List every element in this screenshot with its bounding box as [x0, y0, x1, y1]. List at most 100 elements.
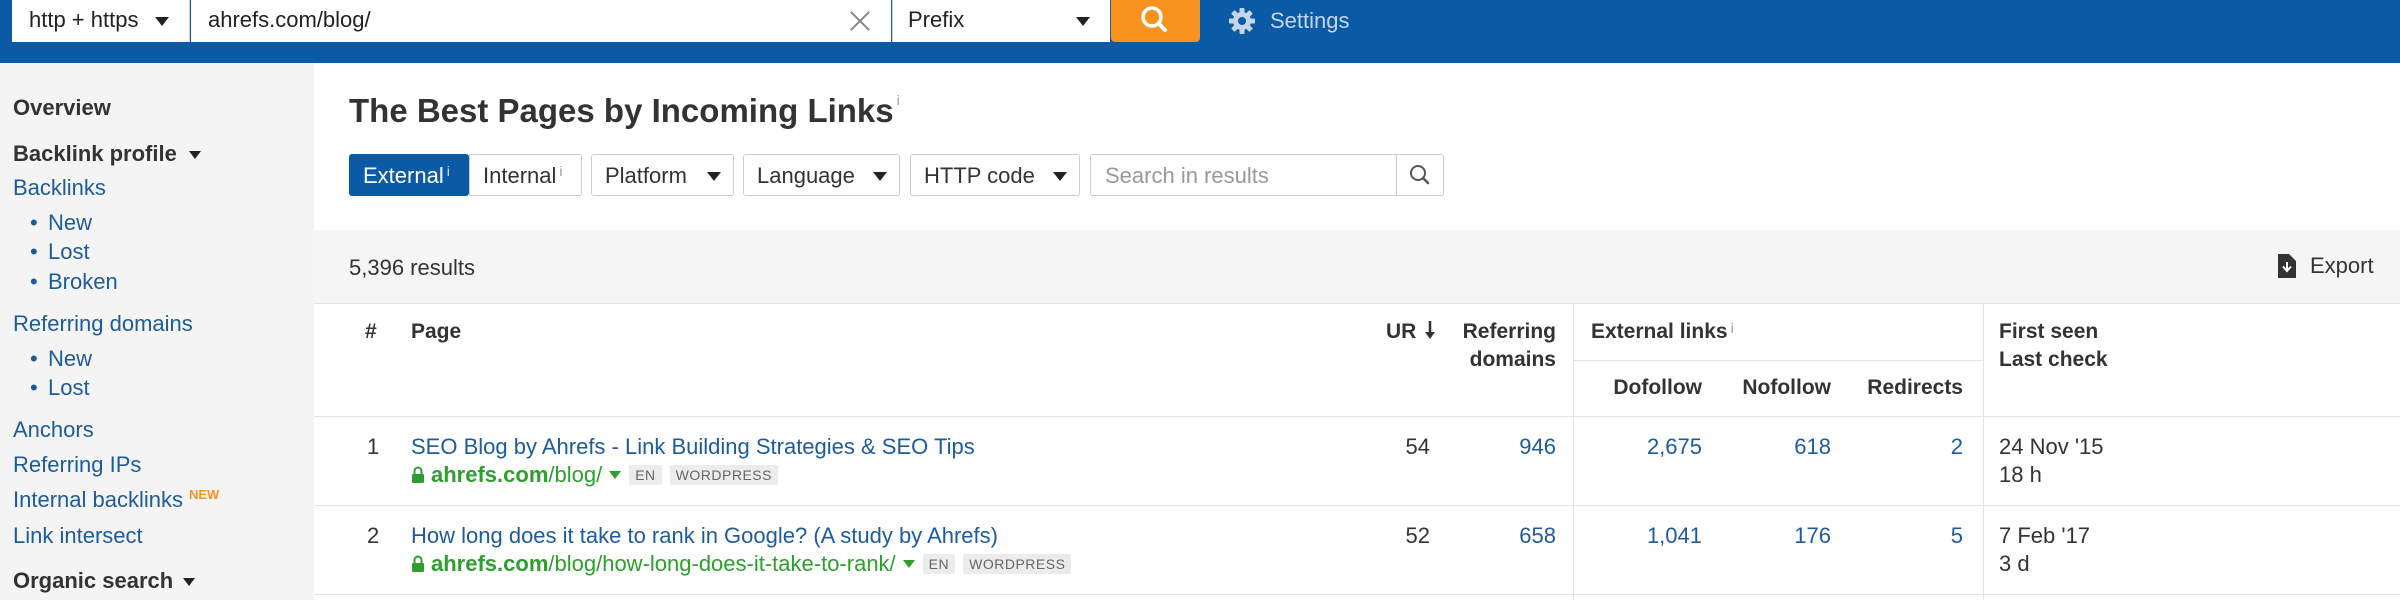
sidebar-item-label: Internal backlinks	[13, 487, 183, 512]
platform-dropdown[interactable]: Platform	[591, 154, 734, 196]
mode-value: Prefix	[908, 7, 965, 32]
sidebar-item-anchors[interactable]: Anchors	[13, 417, 94, 443]
chevron-down-icon[interactable]	[902, 560, 915, 568]
close-icon[interactable]	[847, 8, 873, 34]
page-title-link[interactable]: How long does it take to rank in Google?…	[411, 523, 998, 549]
row-divider	[314, 594, 2400, 595]
export-button[interactable]: Export	[2276, 253, 2374, 279]
sidebar-item-organic-search[interactable]: Organic search	[13, 568, 195, 594]
url-value: ahrefs.com/blog/	[208, 7, 371, 32]
column-header-first-seen[interactable]: First seen Last check	[1999, 320, 2108, 372]
nofollow-value[interactable]: 618	[1730, 434, 1831, 460]
column-divider	[1983, 304, 1984, 600]
page-url-path[interactable]: /blog/how-long-does-it-take-to-rank/	[548, 551, 895, 577]
page-title-link[interactable]: SEO Blog by Ahrefs - Link Building Strat…	[411, 434, 975, 460]
export-icon	[2278, 254, 2296, 278]
results-count: 5,396 results	[349, 255, 475, 280]
column-header-label: External links	[1591, 320, 1728, 343]
redirects-value[interactable]: 2	[1850, 434, 1963, 460]
protocol-value: http + https	[29, 7, 139, 32]
column-header-page[interactable]: Page	[411, 320, 461, 344]
row-index: 2	[367, 523, 380, 548]
column-header-label: Last check	[1999, 348, 2108, 371]
chevron-down-icon	[707, 172, 721, 181]
search-input[interactable]: Search in results	[1090, 154, 1397, 196]
chevron-down-icon	[189, 151, 201, 159]
url-input[interactable]: ahrefs.com/blog/	[191, 0, 891, 42]
page-url: ahrefs.com/blog/how-long-does-it-take-to…	[411, 551, 1072, 577]
sidebar-item-backlinks-new[interactable]: New	[30, 210, 92, 236]
protocol-select[interactable]: http + https	[12, 0, 190, 42]
page-title-text: The Best Pages by Incoming Links	[349, 92, 894, 129]
sidebar-item-overview[interactable]: Overview	[13, 95, 111, 121]
referring-domains-value[interactable]: 658	[1460, 523, 1556, 549]
dofollow-value[interactable]: 2,675	[1590, 434, 1702, 460]
sidebar: Overview Backlink profile Backlinks New …	[0, 63, 314, 600]
sidebar-item-referring-ips[interactable]: Referring IPs	[13, 452, 141, 478]
search-results-button[interactable]	[1396, 154, 1444, 196]
gear-icon	[1229, 8, 1255, 34]
sidebar-item-backlinks-lost[interactable]: Lost	[30, 239, 89, 265]
search-icon	[1141, 6, 1167, 32]
last-check-value: 3 d	[1999, 551, 2030, 576]
column-header-nofollow[interactable]: Nofollow	[1730, 376, 1831, 400]
chevron-down-icon[interactable]	[609, 471, 622, 479]
search-button[interactable]	[1111, 0, 1200, 42]
tab-external[interactable]: External i	[349, 154, 469, 196]
sidebar-item-referring-domains[interactable]: Referring domains	[13, 311, 193, 337]
tab-internal[interactable]: Internal i	[469, 154, 582, 196]
http-code-dropdown[interactable]: HTTP code	[910, 154, 1080, 196]
info-icon: i	[446, 163, 450, 179]
dropdown-label: Language	[757, 163, 855, 188]
column-header-label: domains	[1469, 348, 1556, 371]
mode-select[interactable]: Prefix	[892, 0, 1110, 42]
lock-icon	[412, 555, 424, 572]
first-seen-value: 24 Nov '15	[1999, 434, 2104, 459]
info-icon[interactable]: i	[897, 92, 900, 108]
page-url-path[interactable]: /blog/	[548, 462, 602, 488]
referring-domains-value[interactable]: 946	[1460, 434, 1556, 460]
page-url-domain[interactable]: ahrefs.com	[431, 551, 548, 577]
chevron-down-icon	[183, 578, 195, 586]
column-header-external-links: External links i	[1591, 320, 1734, 344]
sidebar-item-backlinks-broken[interactable]: Broken	[30, 269, 118, 295]
nofollow-value[interactable]: 176	[1730, 523, 1831, 549]
column-header-index: #	[365, 320, 377, 343]
export-label: Export	[2310, 253, 2374, 278]
column-header-redirects[interactable]: Redirects	[1850, 376, 1963, 400]
sidebar-item-backlink-profile[interactable]: Backlink profile	[13, 141, 201, 167]
last-check-value: 18 h	[1999, 462, 2042, 487]
top-bar: http + https ahrefs.com/blog/ Prefix Set…	[0, 0, 2400, 63]
chevron-down-icon	[873, 172, 887, 181]
sidebar-item-link-intersect[interactable]: Link intersect	[13, 523, 143, 549]
dropdown-label: Platform	[605, 163, 687, 188]
column-header-ur[interactable]: UR	[1386, 320, 1436, 344]
column-header-referring-domains[interactable]: Referring domains	[1440, 320, 1556, 372]
tab-label: Internal	[483, 163, 557, 188]
info-icon[interactable]: i	[1731, 320, 1734, 336]
sort-down-icon	[1425, 321, 1436, 339]
page-url-domain[interactable]: ahrefs.com	[431, 462, 548, 488]
language-dropdown[interactable]: Language	[743, 154, 900, 196]
column-header-dofollow[interactable]: Dofollow	[1590, 376, 1702, 400]
sidebar-item-internal-backlinks[interactable]: Internal backlinks NEW	[13, 487, 219, 513]
chevron-down-icon	[1076, 17, 1090, 26]
results-bar	[314, 230, 2400, 304]
ur-value: 52	[1405, 523, 1430, 548]
new-badge: NEW	[188, 487, 220, 502]
info-icon: i	[559, 163, 563, 179]
first-seen-value: 7 Feb '17	[1999, 523, 2091, 548]
chevron-down-icon	[155, 17, 169, 26]
header-divider	[1573, 360, 1983, 361]
ur-value: 54	[1405, 434, 1430, 459]
row-divider	[314, 505, 2400, 506]
sidebar-item-backlinks[interactable]: Backlinks	[13, 175, 106, 201]
settings-link[interactable]: Settings	[1228, 7, 1350, 35]
redirects-value[interactable]: 5	[1850, 523, 1963, 549]
sidebar-item-label: Backlink profile	[13, 141, 177, 166]
page-url: ahrefs.com/blog/ EN WORDPRESS	[411, 462, 778, 488]
sidebar-item-referring-domains-new[interactable]: New	[30, 346, 92, 372]
sidebar-item-referring-domains-lost[interactable]: Lost	[30, 375, 89, 401]
dofollow-value[interactable]: 1,041	[1590, 523, 1702, 549]
language-tag: EN	[629, 465, 662, 485]
